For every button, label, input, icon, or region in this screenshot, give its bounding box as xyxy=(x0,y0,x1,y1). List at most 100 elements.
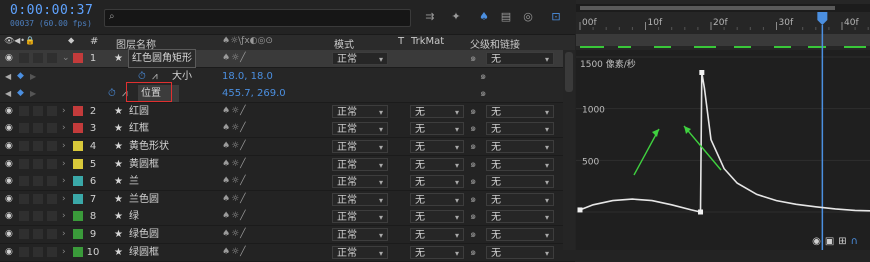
solo-toggle[interactable] xyxy=(33,247,43,257)
layer-name[interactable]: 绿 xyxy=(129,208,139,225)
pick-whip-icon[interactable]: ๑ xyxy=(470,173,476,190)
layer-row[interactable]: ◉⌄1★红色圆角矩形♠☼╱正常▾๑无▾ xyxy=(0,50,575,68)
lock-toggle[interactable] xyxy=(47,211,57,221)
lock-toggle[interactable] xyxy=(47,229,57,239)
audio-toggle[interactable] xyxy=(19,159,29,169)
layer-list-scrollbar[interactable] xyxy=(563,50,575,250)
layer-name[interactable]: 红圆 xyxy=(129,103,149,120)
parent-dropdown[interactable]: 无▾ xyxy=(486,175,554,188)
layer-name[interactable]: 黄色形状 xyxy=(129,138,169,155)
trkmat-dropdown[interactable]: 无▾ xyxy=(410,175,464,188)
current-time-display[interactable]: 0:00:00:37 xyxy=(10,3,93,18)
expand-arrow-icon[interactable]: › xyxy=(62,226,66,243)
graph-editor[interactable]: 1500 像素/秒1000500 ◉▣⊞∩ xyxy=(576,50,870,250)
trkmat-dropdown[interactable]: 无▾ xyxy=(410,122,464,135)
pick-whip-icon[interactable]: ๑ xyxy=(470,50,476,67)
keyframe-diamond-icon[interactable]: ◆ xyxy=(17,85,24,102)
solo-toggle[interactable] xyxy=(33,123,43,133)
audio-toggle[interactable] xyxy=(19,141,29,151)
label-column-icon[interactable]: ⬥ xyxy=(68,36,74,46)
property-value[interactable]: 455.7, 269.0 xyxy=(222,85,286,102)
layer-name[interactable]: 兰 xyxy=(129,173,139,190)
layer-name-header[interactable]: 图层名称 xyxy=(116,36,156,51)
keyframe-nav-right-icon[interactable]: ▶ xyxy=(30,85,36,102)
parent-dropdown[interactable]: 无▾ xyxy=(486,158,554,171)
visibility-eye-icon[interactable]: ◉ xyxy=(5,191,13,208)
lock-toggle[interactable] xyxy=(47,141,57,151)
label-color-swatch[interactable] xyxy=(73,106,83,116)
layer-row[interactable]: ◉›2★红圆♠☼╱正常▾无▾๑无▾ xyxy=(0,103,575,121)
pick-whip-icon[interactable]: ๑ xyxy=(470,138,476,155)
visibility-eye-icon[interactable]: ◉ xyxy=(5,244,13,261)
layer-row[interactable]: ◉›3★红框♠☼╱正常▾无▾๑无▾ xyxy=(0,120,575,138)
lock-toggle[interactable] xyxy=(47,194,57,204)
audio-toggle[interactable] xyxy=(19,229,29,239)
expand-arrow-icon[interactable]: › xyxy=(62,208,66,225)
layer-row[interactable]: ◉›7★兰色圆♠☼╱正常▾无▾๑无▾ xyxy=(0,191,575,209)
shy-layers-icon[interactable]: ♠ xyxy=(476,10,492,24)
eye-icon[interactable]: ◉ xyxy=(812,236,825,247)
expand-arrow-icon[interactable]: › xyxy=(62,191,66,208)
layer-name[interactable]: 绿圆框 xyxy=(129,244,159,261)
label-color-swatch[interactable] xyxy=(73,159,83,169)
visibility-eye-icon[interactable]: ◉ xyxy=(5,138,13,155)
mode-dropdown[interactable]: 正常▾ xyxy=(332,158,388,171)
solo-toggle[interactable] xyxy=(33,159,43,169)
keyframe-diamond-icon[interactable]: ◆ xyxy=(17,68,24,85)
composition-mini-flowchart-icon[interactable]: ⇉ xyxy=(422,10,438,24)
label-color-swatch[interactable] xyxy=(73,229,83,239)
trkmat-header[interactable]: TrkMat xyxy=(411,36,444,47)
parent-dropdown[interactable]: 无▾ xyxy=(486,246,554,259)
motion-blur-icon[interactable]: ◎ xyxy=(520,10,536,24)
visibility-eye-icon[interactable]: ◉ xyxy=(5,120,13,137)
mode-dropdown[interactable]: 正常▾ xyxy=(332,246,388,259)
property-value[interactable]: 18.0, 18.0 xyxy=(222,68,273,85)
collapse-arrow-icon[interactable]: ⌄ xyxy=(62,50,70,67)
layer-switches[interactable]: ♠☼╱ xyxy=(222,138,247,155)
snap-icon[interactable]: ∩ xyxy=(851,236,862,247)
mode-header[interactable]: 模式 xyxy=(334,36,354,51)
layer-row[interactable]: ◉›8★绿♠☼╱正常▾无▾๑无▾ xyxy=(0,208,575,226)
layer-name[interactable]: 黄圆框 xyxy=(129,156,159,173)
graph-editor-icon[interactable]: ⊡ xyxy=(548,10,564,24)
solo-toggle[interactable] xyxy=(33,53,43,63)
label-color-swatch[interactable] xyxy=(73,123,83,133)
audio-toggle[interactable] xyxy=(19,211,29,221)
keyframe-nav-left-icon[interactable]: ◀ xyxy=(5,85,11,102)
property-row[interactable]: ◀◆▶⏱⩘大小18.0, 18.0๑ xyxy=(0,68,575,86)
trkmat-dropdown[interactable]: 无▾ xyxy=(410,105,464,118)
solo-toggle[interactable] xyxy=(33,229,43,239)
audio-toggle[interactable] xyxy=(19,123,29,133)
trkmat-dropdown[interactable]: 无▾ xyxy=(410,158,464,171)
draft-3d-icon[interactable]: ✦ xyxy=(448,10,464,24)
pick-whip-icon[interactable]: ๑ xyxy=(470,244,476,261)
lock-toggle[interactable] xyxy=(47,159,57,169)
parent-dropdown[interactable]: 无▾ xyxy=(486,210,554,223)
layer-row[interactable]: ◉›6★兰♠☼╱正常▾无▾๑无▾ xyxy=(0,173,575,191)
pick-whip-icon[interactable]: ๑ xyxy=(470,208,476,225)
visibility-eye-icon[interactable]: ◉ xyxy=(5,226,13,243)
keyframe-nav-left-icon[interactable]: ◀ xyxy=(5,68,11,85)
pick-whip-icon[interactable]: ๑ xyxy=(470,103,476,120)
layer-row[interactable]: ◉›10★绿圆框♠☼╱正常▾无▾๑无▾ xyxy=(0,244,575,262)
property-row[interactable]: ◀◆▶⏱⩘位置455.7, 269.0๑ xyxy=(0,85,575,103)
pick-whip-icon[interactable]: ๑ xyxy=(470,191,476,208)
solo-toggle[interactable] xyxy=(33,194,43,204)
parent-dropdown[interactable]: 无▾ xyxy=(486,122,554,135)
keyframe-nav-right-icon[interactable]: ▶ xyxy=(30,68,36,85)
mode-dropdown[interactable]: 正常▾ xyxy=(332,228,388,241)
visibility-eye-icon[interactable]: ◉ xyxy=(5,103,13,120)
mode-dropdown[interactable]: 正常▾ xyxy=(332,193,388,206)
mode-dropdown[interactable]: 正常▾ xyxy=(332,175,388,188)
parent-link-header[interactable]: 父级和链接 xyxy=(470,36,520,51)
layer-row[interactable]: ◉›5★黄圆框♠☼╱正常▾无▾๑无▾ xyxy=(0,156,575,174)
label-color-swatch[interactable] xyxy=(73,53,83,63)
trkmat-dropdown[interactable]: 无▾ xyxy=(410,193,464,206)
layer-switches[interactable]: ♠☼╱ xyxy=(222,226,247,243)
trkmat-dropdown[interactable]: 无▾ xyxy=(410,210,464,223)
layer-name[interactable]: 兰色圆 xyxy=(129,191,159,208)
trkmat-dropdown[interactable]: 无▾ xyxy=(410,140,464,153)
lock-toggle[interactable] xyxy=(47,106,57,116)
layer-switches[interactable]: ♠☼╱ xyxy=(222,244,247,261)
mode-dropdown[interactable]: 正常▾ xyxy=(332,140,388,153)
